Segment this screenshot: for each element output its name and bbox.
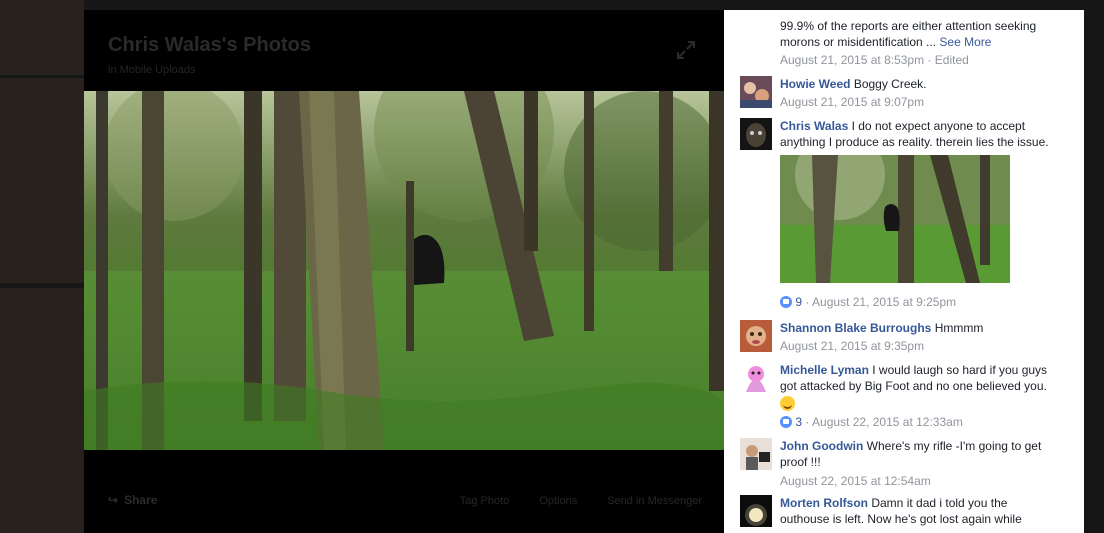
comment-timestamp[interactable]: August 22, 2015 at 12:54am	[780, 474, 931, 488]
comment-meta: 9 · August 21, 2015 at 9:25pm	[780, 293, 1060, 311]
main-photo[interactable]	[84, 91, 724, 450]
avatar[interactable]	[740, 438, 772, 470]
comment-meta: August 21, 2015 at 9:07pm	[780, 93, 1060, 111]
comment-body: Michelle Lyman I would laugh so hard if …	[780, 362, 1060, 431]
share-icon: ↪	[108, 493, 119, 507]
avatar[interactable]	[740, 76, 772, 108]
edited-label[interactable]: Edited	[935, 53, 969, 67]
comment-timestamp[interactable]: August 21, 2015 at 9:35pm	[780, 339, 924, 353]
avatar[interactable]	[740, 495, 772, 527]
comment-author[interactable]: Morten Rolfson	[780, 496, 868, 510]
comment-text: Hmmmm	[934, 321, 984, 335]
album-title[interactable]: Chris Walas's Photos	[108, 34, 311, 57]
comment-body: 99.9% of the reports are either attentio…	[780, 18, 1060, 69]
share-button[interactable]: ↪ Share	[108, 493, 157, 507]
comment-author[interactable]: Shannon Blake Burroughs	[780, 321, 931, 335]
avatar[interactable]	[740, 362, 772, 394]
comment-text: Boggy Creek.	[853, 77, 927, 91]
photo-theater: Chris Walas's Photos in Mobile Uploads ↪…	[84, 10, 724, 533]
like-icon	[780, 416, 792, 428]
avatar[interactable]	[740, 320, 772, 352]
comment-body: John Goodwin Where's my rifle -I'm going…	[780, 438, 1060, 490]
comment-author[interactable]: John Goodwin	[780, 439, 863, 453]
see-more-link[interactable]: See More	[939, 35, 991, 49]
forest-photo-image	[84, 91, 724, 450]
expand-icon[interactable]	[676, 40, 696, 60]
comment-body: Shannon Blake Burroughs Hmmmm August 21,…	[780, 320, 1060, 355]
comment-body: Howie Weed Boggy Creek. August 21, 2015 …	[780, 76, 1060, 111]
comment-author[interactable]: Chris Walas	[780, 119, 848, 133]
comments-panel[interactable]: 99.9% of the reports are either attentio…	[724, 10, 1084, 533]
photo-actions-bar: Tag Photo Options Send in Messenger	[460, 495, 702, 507]
comment-timestamp[interactable]: August 21, 2015 at 8:53pm	[780, 53, 924, 67]
comment-photo-attachment[interactable]	[780, 155, 1010, 283]
comment-timestamp[interactable]: August 22, 2015 at 12:33am	[812, 415, 963, 429]
background-photo-tile	[0, 0, 84, 75]
send-in-messenger-button[interactable]: Send in Messenger	[607, 495, 702, 507]
background-photo-tile	[0, 288, 84, 533]
comment-timestamp[interactable]: August 21, 2015 at 9:25pm	[812, 295, 956, 309]
comment-meta: August 21, 2015 at 8:53pm · Edited	[780, 53, 969, 67]
smiley-emoji-icon	[780, 396, 795, 411]
comment-author[interactable]: Michelle Lyman	[780, 363, 869, 377]
reaction-count[interactable]: 9	[795, 295, 802, 309]
background-photo-tile	[0, 78, 84, 283]
comment-meta: August 21, 2015 at 9:35pm	[780, 337, 1060, 355]
tag-photo-button[interactable]: Tag Photo	[460, 495, 510, 507]
like-icon	[780, 296, 792, 308]
comment-body: Chris Walas I do not expect anyone to ac…	[780, 118, 1060, 311]
comment-body: Morten Rolfson Damn it dad i told you th…	[780, 495, 1060, 527]
reaction-count[interactable]: 3	[795, 415, 802, 429]
album-subtitle[interactable]: in Mobile Uploads	[108, 64, 195, 76]
share-label: Share	[124, 493, 158, 507]
avatar[interactable]	[740, 118, 772, 150]
comment-author[interactable]: Howie Weed	[780, 77, 850, 91]
comment-text: 99.9% of the reports are either attentio…	[780, 19, 1037, 49]
options-button[interactable]: Options	[539, 495, 577, 507]
comment-meta: August 22, 2015 at 12:54am	[780, 472, 1060, 490]
comment-timestamp[interactable]: August 21, 2015 at 9:07pm	[780, 95, 924, 109]
comment-meta: 3 · August 22, 2015 at 12:33am	[780, 413, 1060, 431]
